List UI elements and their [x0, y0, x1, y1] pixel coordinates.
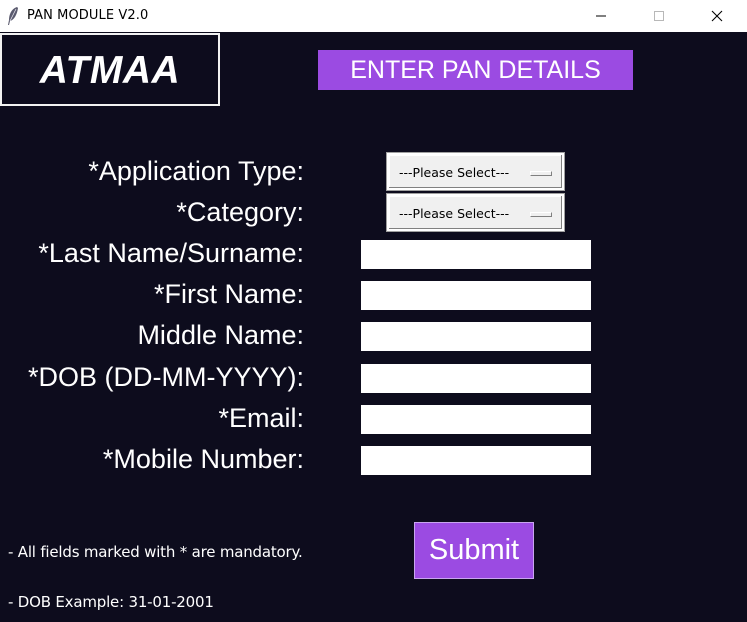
submit-button[interactable]: Submit	[414, 522, 534, 579]
logo-text: ATMAA	[39, 49, 181, 92]
close-button[interactable]	[694, 0, 740, 32]
feather-icon	[6, 6, 20, 26]
logo: ATMAA	[0, 33, 220, 106]
application-type-select[interactable]: ---Please Select---	[386, 152, 565, 191]
close-icon	[711, 10, 723, 22]
mandatory-note: - All fields marked with * are mandatory…	[8, 543, 303, 561]
page-title: ENTER PAN DETAILS	[318, 50, 633, 90]
middle-name-label: Middle Name:	[137, 320, 304, 350]
first-name-label: *First Name:	[153, 279, 304, 309]
category-selected: ---Please Select---	[399, 206, 510, 221]
email-input[interactable]	[361, 405, 591, 434]
title-bar: PAN MODULE V2.0	[0, 0, 747, 32]
dropdown-indicator-icon	[530, 212, 552, 217]
category-label: *Category:	[176, 197, 304, 227]
last-name-label: *Last Name/Surname:	[38, 238, 304, 268]
application-type-selected: ---Please Select---	[399, 165, 510, 180]
minimize-button[interactable]	[578, 0, 624, 32]
maximize-button[interactable]	[636, 0, 682, 32]
category-select[interactable]: ---Please Select---	[386, 193, 565, 232]
first-name-input[interactable]	[361, 281, 591, 310]
dob-label: *DOB (DD-MM-YYYY):	[28, 362, 304, 392]
window-title: PAN MODULE V2.0	[27, 8, 149, 23]
maximize-icon	[654, 11, 664, 21]
middle-name-input[interactable]	[361, 322, 591, 351]
dob-input[interactable]	[361, 364, 591, 393]
mobile-number-input[interactable]	[361, 446, 591, 475]
dropdown-indicator-icon	[530, 171, 552, 176]
email-label: *Email:	[218, 403, 304, 433]
last-name-input[interactable]	[361, 240, 591, 269]
minimize-icon	[596, 15, 606, 17]
application-type-label: *Application Type:	[88, 156, 304, 186]
dob-example-note: - DOB Example: 31-01-2001	[8, 593, 214, 611]
mobile-number-label: *Mobile Number:	[102, 444, 304, 474]
